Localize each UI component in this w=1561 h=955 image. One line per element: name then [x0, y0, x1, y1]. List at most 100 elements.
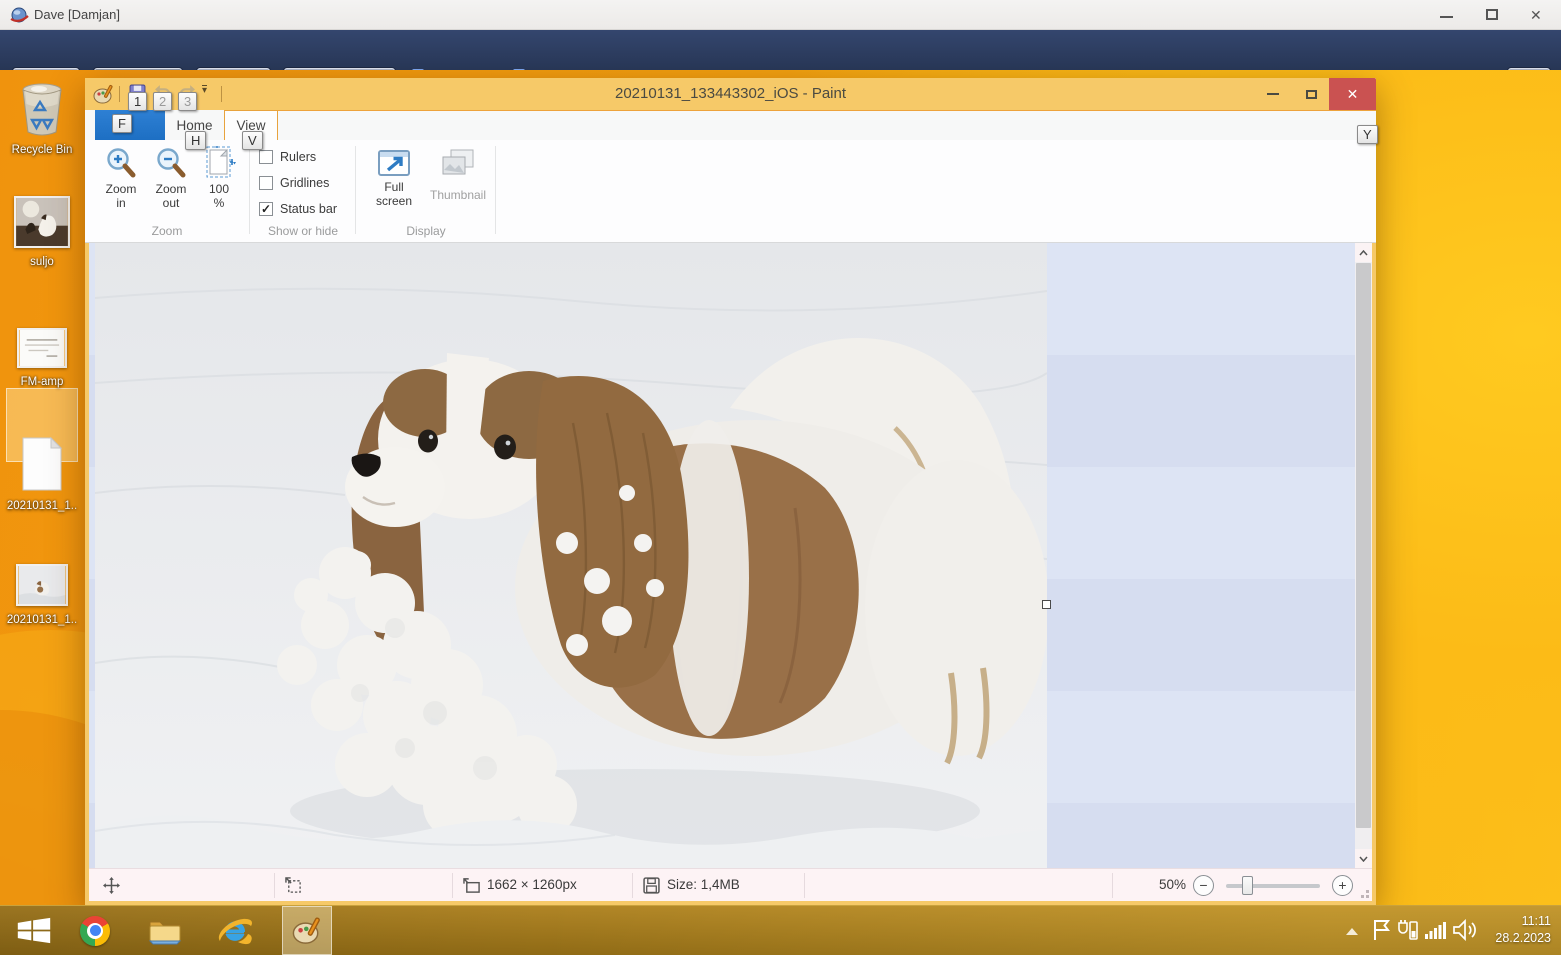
taskbar: 11:11 28.2.2023 — [0, 905, 1561, 955]
rulers-checkbox[interactable] — [259, 150, 273, 164]
canvas-size-icon — [463, 877, 481, 894]
rulers-checkbox-row[interactable]: Rulers — [259, 150, 316, 164]
display-group-label: Display — [357, 224, 495, 238]
zoom-slider-track[interactable] — [1226, 884, 1320, 888]
cursor-position-icon — [103, 877, 120, 894]
zoom-level: 50% — [1159, 877, 1186, 892]
keytip-undo: 2 — [153, 92, 172, 111]
paint-window: ▾ 20210131_133443302_iOS - Paint ✕ 1 2 3… — [85, 78, 1376, 905]
desktop-icon-label: FM-amp — [4, 376, 80, 388]
gridlines-label: Gridlines — [280, 176, 329, 190]
chevron-down-icon — [1359, 856, 1368, 862]
action-center-flag-icon[interactable] — [1373, 919, 1390, 941]
disk-icon — [643, 877, 660, 894]
zoom-100-button[interactable]: 100 % — [197, 144, 241, 210]
keytip-home: H — [185, 131, 206, 150]
photo-thumbnail-icon — [14, 196, 70, 248]
show-hidden-icons-arrow[interactable] — [1346, 928, 1358, 935]
desktop-icon-fm-amp[interactable]: FM-amp — [4, 328, 80, 388]
internet-explorer-icon — [217, 915, 253, 947]
taskbar-file-explorer-button[interactable] — [142, 906, 188, 955]
zoom-100-label2: % — [214, 196, 225, 210]
keytip-redo: 3 — [178, 92, 197, 111]
viewer-app-icon — [10, 6, 29, 25]
scroll-up-button[interactable] — [1355, 243, 1372, 262]
paint-titlebar: ▾ 20210131_133443302_iOS - Paint ✕ — [85, 78, 1376, 110]
desktop-icon-label: Recycle Bin — [4, 144, 80, 156]
status-separator — [452, 873, 453, 898]
paint-maximize-button[interactable] — [1293, 78, 1329, 110]
keytip-file: F — [112, 114, 132, 133]
ribbon-tab-row: Home View ? — [85, 110, 1376, 140]
windows-logo-icon — [16, 917, 52, 944]
desktop-icon-file-20210131[interactable]: 20210131_1.. — [4, 436, 80, 512]
full-screen-label2: screen — [376, 194, 412, 208]
zoom-out-label: Zoom — [156, 182, 187, 196]
zoom-out-icon — [154, 146, 188, 182]
zoom-out-status-button[interactable]: − — [1193, 875, 1214, 896]
thumbnail-icon — [439, 146, 477, 180]
power-battery-icon[interactable] — [1398, 919, 1418, 941]
zoom-out-button[interactable]: Zoom out — [147, 144, 195, 210]
paint-canvas[interactable] — [95, 243, 1047, 868]
viewer-maximize-icon[interactable] — [1486, 9, 1498, 20]
viewer-minimize-icon[interactable] — [1440, 16, 1453, 18]
thumbnail-label: Thumbnail — [430, 188, 486, 202]
gridlines-checkbox[interactable] — [259, 176, 273, 190]
paint-minimize-button[interactable] — [1255, 78, 1291, 110]
taskbar-internet-explorer-button[interactable] — [212, 906, 258, 955]
group-separator — [495, 146, 496, 234]
desktop-icon-label: 20210131_1.. — [4, 500, 80, 512]
status-separator — [1112, 873, 1113, 898]
start-button[interactable] — [8, 906, 60, 955]
resize-grip-icon[interactable] — [1357, 886, 1369, 898]
zoom-in-label2: in — [116, 196, 125, 210]
desktop-icon-photo-20210131[interactable]: 20210131_1.. — [4, 564, 80, 626]
network-signal-icon[interactable] — [1425, 920, 1447, 940]
scroll-down-button[interactable] — [1355, 849, 1372, 868]
zoom-in-button[interactable]: Zoom in — [97, 144, 145, 210]
vertical-scrollbar[interactable] — [1355, 243, 1372, 868]
clock-time: 11:11 — [1495, 913, 1551, 930]
taskbar-paint-button[interactable] — [282, 906, 332, 955]
status-bar-checkbox[interactable]: ✓ — [259, 202, 273, 216]
canvas-resize-handle[interactable] — [1042, 600, 1051, 609]
paint-close-button[interactable]: ✕ — [1329, 78, 1376, 110]
zoom-out-label2: out — [163, 196, 180, 210]
zoom-group-label: Zoom — [85, 224, 249, 238]
photo-thumbnail-icon — [16, 564, 68, 606]
zoom-in-label: Zoom — [106, 182, 137, 196]
viewer-close-icon[interactable]: ✕ — [1530, 7, 1542, 24]
desktop-icon-label: suljo — [4, 256, 80, 268]
desktop-icon-suljo[interactable]: suljo — [4, 196, 80, 268]
canvas-dimensions: 1662 × 1260px — [487, 877, 577, 892]
clock-date: 28.2.2023 — [1495, 930, 1551, 947]
zoom-slider-thumb[interactable] — [1242, 876, 1253, 895]
desktop-icon-label: 20210131_1.. — [4, 614, 80, 626]
viewer-app: Dave [Damjan] ✕ Full screen Remote contr… — [0, 0, 1561, 955]
zoom-in-icon — [104, 146, 138, 182]
taskbar-chrome-button[interactable] — [72, 906, 118, 955]
keytip-view: V — [242, 131, 263, 150]
status-separator — [274, 873, 275, 898]
full-screen-ribbon-button[interactable]: Full screen — [367, 144, 421, 208]
paint-workspace — [89, 243, 1372, 868]
paint-status-bar: 1662 × 1260px Size: 1,4MB 50% − + — [89, 868, 1372, 901]
recycle-bin-icon — [19, 82, 65, 136]
volume-icon[interactable] — [1453, 919, 1477, 941]
desktop-icon-recycle-bin[interactable]: Recycle Bin — [4, 82, 80, 156]
chrome-icon — [80, 916, 110, 946]
group-separator — [249, 146, 250, 234]
zoom-100-icon — [202, 146, 236, 182]
zoom-in-status-button[interactable]: + — [1332, 875, 1353, 896]
keytip-help: Y — [1357, 125, 1378, 144]
scrollbar-thumb[interactable] — [1356, 263, 1371, 828]
group-separator — [355, 146, 356, 234]
rulers-label: Rulers — [280, 150, 316, 164]
status-bar-checkbox-row[interactable]: ✓ Status bar — [259, 202, 337, 216]
document-thumbnail-icon — [17, 328, 67, 368]
gridlines-checkbox-row[interactable]: Gridlines — [259, 176, 329, 190]
viewer-titlebar: Dave [Damjan] ✕ — [0, 0, 1561, 30]
taskbar-clock[interactable]: 11:11 28.2.2023 — [1495, 913, 1551, 947]
remote-desktop: Recycle Bin suljo FM-amp — [0, 70, 1561, 955]
